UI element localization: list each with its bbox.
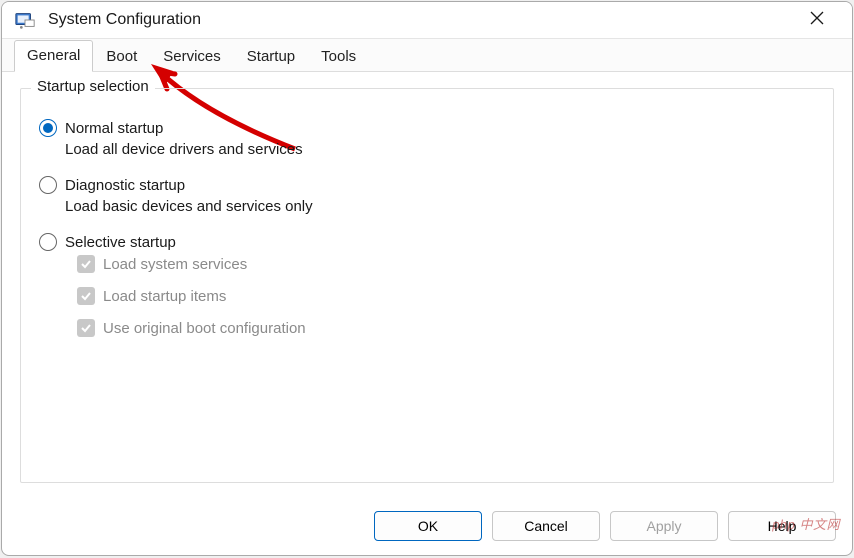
check-use-original-boot: Use original boot configuration [77,319,815,337]
radio-normal-desc: Load all device drivers and services [65,141,815,158]
check-label: Use original boot configuration [103,320,306,337]
radio-label: Selective startup [65,234,176,251]
radio-diagnostic-desc: Load basic devices and services only [65,198,815,215]
dialog-buttons: OK Cancel Apply Help [2,499,852,556]
checkbox-icon [77,255,95,273]
close-icon [810,11,824,29]
group-title: Startup selection [31,78,155,95]
radio-label: Normal startup [65,120,163,137]
selective-startup-checks: Load system services Load startup items … [77,255,815,337]
cancel-button[interactable]: Cancel [492,511,600,541]
radio-icon [39,119,57,137]
radio-diagnostic-startup[interactable]: Diagnostic startup [39,176,815,194]
tab-content: Startup selection Normal startup Load al… [2,72,852,499]
tab-bar: General Boot Services Startup Tools [2,39,852,72]
close-button[interactable] [794,2,840,38]
radio-icon [39,176,57,194]
checkbox-icon [77,287,95,305]
app-icon [14,9,36,31]
window-title: System Configuration [48,11,794,29]
apply-button[interactable]: Apply [610,511,718,541]
check-label: Load system services [103,256,247,273]
help-button[interactable]: Help [728,511,836,541]
ok-button[interactable]: OK [374,511,482,541]
radio-icon [39,233,57,251]
system-configuration-window: System Configuration General Boot Servic… [1,1,853,556]
radio-label: Diagnostic startup [65,177,185,194]
tab-tools[interactable]: Tools [308,41,369,72]
startup-selection-group: Startup selection Normal startup Load al… [20,88,834,483]
radio-normal-startup[interactable]: Normal startup [39,119,815,137]
titlebar: System Configuration [2,2,852,39]
check-label: Load startup items [103,288,226,305]
tab-services[interactable]: Services [150,41,234,72]
tab-boot[interactable]: Boot [93,41,150,72]
check-load-startup-items: Load startup items [77,287,815,305]
tab-startup[interactable]: Startup [234,41,308,72]
tab-general[interactable]: General [14,40,93,72]
check-load-system-services: Load system services [77,255,815,273]
checkbox-icon [77,319,95,337]
radio-selective-startup[interactable]: Selective startup [39,233,815,251]
